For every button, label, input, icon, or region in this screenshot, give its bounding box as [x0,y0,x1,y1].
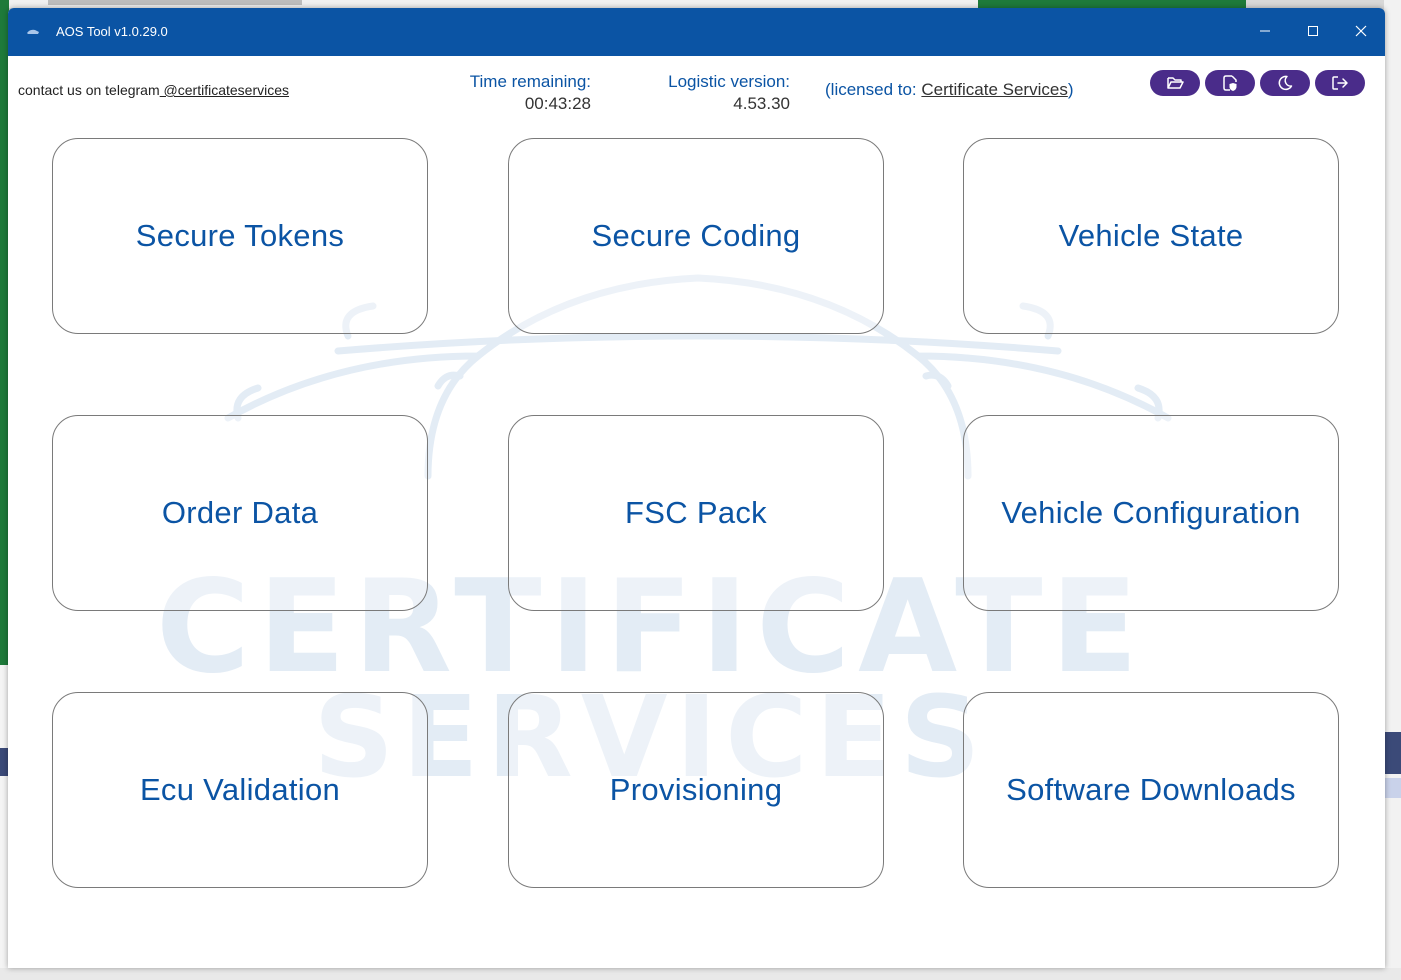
tile-label: Secure Tokens [135,218,345,253]
minimize-button[interactable] [1250,18,1280,44]
logout-icon [1332,76,1348,90]
licensee-link[interactable]: Certificate Services [921,80,1067,99]
moon-icon [1278,75,1293,91]
logistic-version-label: Logistic version: [668,72,790,91]
background-bar-right-light [1384,778,1401,798]
background-selection [48,0,302,5]
close-icon [1355,25,1367,37]
background-desktop-right [1384,0,1401,980]
logout-button[interactable] [1315,70,1365,96]
provisioning-tile[interactable]: Provisioning [508,692,884,888]
time-remaining: Time remaining: 00:43:28 [443,71,591,115]
vehicle-configuration-tile[interactable]: Vehicle Configuration [963,415,1339,611]
app-window: AOS Tool v1.0.29.0 CERTIFICATE SERVICES … [8,8,1385,968]
logistic-version-value: 4.53.30 [733,94,790,113]
folder-open-icon [1167,77,1184,89]
vehicle-state-tile[interactable]: Vehicle State [963,138,1339,334]
background-desktop-bottom [0,968,1401,980]
tile-label: Vehicle Configuration [1001,495,1301,530]
time-remaining-label: Time remaining: [469,72,591,91]
order-data-tile[interactable]: Order Data [52,415,428,611]
license-info: (licensed to: Certificate Services) [825,80,1074,100]
close-button[interactable] [1346,18,1376,44]
time-remaining-value: 00:43:28 [524,94,591,113]
tile-label: Ecu Validation [139,772,341,807]
window-title: AOS Tool v1.0.29.0 [56,24,168,39]
secure-tokens-tile[interactable]: Secure Tokens [52,138,428,334]
tile-label: Secure Coding [591,218,801,253]
telegram-link[interactable]: @certificateservices [160,82,289,98]
contact-info: contact us on telegram @certificateservi… [18,82,289,98]
software-downloads-tile[interactable]: Software Downloads [963,692,1339,888]
secure-coding-tile[interactable]: Secure Coding [508,138,884,334]
licensed-label: (licensed to: [825,80,922,99]
tile-label: Software Downloads [1006,772,1296,807]
minimize-icon [1260,30,1270,32]
background-window-edge-right [978,0,1246,8]
header-bar: contact us on telegram @certificateservi… [8,56,1385,120]
tile-label: Vehicle State [1058,218,1244,253]
maximize-button[interactable] [1298,18,1328,44]
open-folder-button[interactable] [1150,70,1200,96]
fsc-pack-tile[interactable]: FSC Pack [508,415,884,611]
dark-mode-button[interactable] [1260,70,1310,96]
licensed-suffix: ) [1067,80,1074,99]
ecu-validation-tile[interactable]: Ecu Validation [52,692,428,888]
maximize-icon [1308,26,1318,36]
tile-label: FSC Pack [625,495,767,530]
tile-label: Order Data [161,495,319,530]
tile-label: Provisioning [609,772,783,807]
title-bar[interactable]: AOS Tool v1.0.29.0 [8,8,1385,56]
contact-label: contact us on telegram [18,82,160,98]
shield-file-icon [1223,75,1237,91]
app-logo-icon [27,29,39,34]
certificate-file-button[interactable] [1205,70,1255,96]
background-bar-right [1384,732,1401,774]
logistic-version: Logistic version: 4.53.30 [638,71,790,115]
